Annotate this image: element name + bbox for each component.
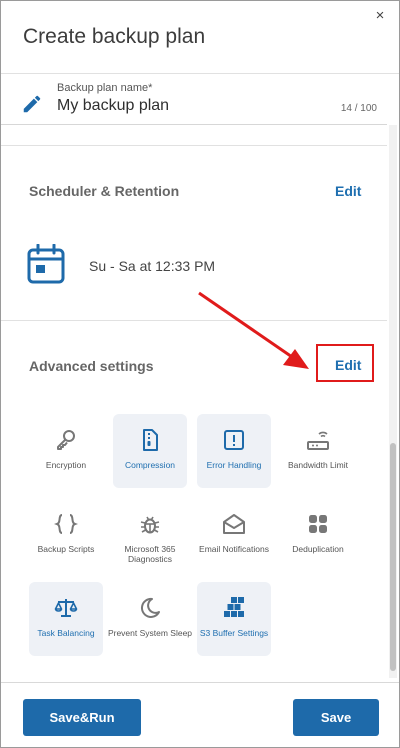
zip-file-icon bbox=[143, 429, 158, 451]
key-icon bbox=[57, 430, 75, 450]
tile-backup-scripts[interactable]: Backup Scripts bbox=[29, 498, 103, 572]
tile-label: Email Notifications bbox=[199, 544, 269, 554]
tile-label: S3 Buffer Settings bbox=[199, 628, 269, 638]
tile-label: Error Handling bbox=[206, 460, 262, 470]
tile-label: Encryption bbox=[45, 460, 87, 470]
tile-label: Prevent System Sleep bbox=[107, 628, 193, 638]
save-button[interactable]: Save bbox=[293, 699, 379, 736]
bug-icon bbox=[140, 516, 160, 534]
tile-label: Bandwidth Limit bbox=[287, 460, 348, 470]
schedule-summary: Su - Sa at 12:33 PM bbox=[89, 258, 216, 274]
tile-label: Compression bbox=[124, 460, 176, 470]
tile-compression[interactable]: Compression bbox=[113, 414, 187, 488]
plan-name-counter: 14 / 100 bbox=[340, 103, 377, 114]
calendar-icon bbox=[27, 244, 65, 284]
plan-name-input[interactable]: My backup plan bbox=[57, 97, 169, 115]
edit-highlight-box bbox=[316, 344, 374, 382]
tile-microsoft-365-diagnostics[interactable]: Microsoft 365 Diagnostics bbox=[113, 498, 187, 572]
tile-email-notifications[interactable]: Email Notifications bbox=[197, 498, 271, 572]
scrollbar-thumb[interactable] bbox=[390, 443, 396, 671]
scheduler-section-title: Scheduler & Retention bbox=[29, 183, 180, 199]
tile-label: Deduplication bbox=[292, 544, 344, 554]
tile-label: Microsoft 365 Diagnostics bbox=[124, 544, 176, 564]
footer-divider bbox=[1, 682, 399, 683]
tile-error-handling[interactable]: Error Handling bbox=[197, 414, 271, 488]
exclamation-icon bbox=[224, 430, 244, 450]
scales-icon bbox=[54, 599, 78, 617]
plan-name-underline bbox=[1, 124, 387, 125]
pencil-icon bbox=[23, 95, 41, 113]
tile-s3-buffer-settings[interactable]: S3 Buffer Settings bbox=[197, 582, 271, 656]
tile-label: Task Balancing bbox=[37, 628, 95, 638]
envelope-icon bbox=[223, 514, 245, 534]
plan-name-label: Backup plan name* bbox=[57, 82, 153, 94]
tile-bandwidth-limit[interactable]: Bandwidth Limit bbox=[281, 414, 355, 488]
dialog-title: Create backup plan bbox=[23, 25, 206, 48]
tile-label: Backup Scripts bbox=[37, 544, 95, 554]
cubes-icon bbox=[224, 597, 244, 617]
section-divider bbox=[1, 145, 387, 146]
tile-encryption[interactable]: Encryption bbox=[29, 414, 103, 488]
router-icon bbox=[307, 431, 329, 450]
scrollbar-track[interactable] bbox=[389, 125, 397, 678]
save-and-run-button[interactable]: Save&Run bbox=[23, 699, 141, 736]
tile-deduplication[interactable]: Deduplication bbox=[281, 498, 355, 572]
annotation-arrow bbox=[198, 291, 309, 369]
grid-icon bbox=[309, 515, 327, 533]
close-icon[interactable]: × bbox=[373, 8, 387, 23]
braces-icon bbox=[54, 514, 78, 534]
tile-prevent-system-sleep[interactable]: Prevent System Sleep bbox=[108, 582, 192, 656]
scheduler-edit-button[interactable]: Edit bbox=[335, 183, 361, 199]
header-divider bbox=[1, 73, 399, 74]
advanced-section-title: Advanced settings bbox=[29, 358, 154, 374]
create-backup-plan-dialog: × Create backup plan Backup plan name* M… bbox=[0, 0, 400, 748]
moon-icon bbox=[140, 597, 160, 618]
tile-task-balancing[interactable]: Task Balancing bbox=[29, 582, 103, 656]
